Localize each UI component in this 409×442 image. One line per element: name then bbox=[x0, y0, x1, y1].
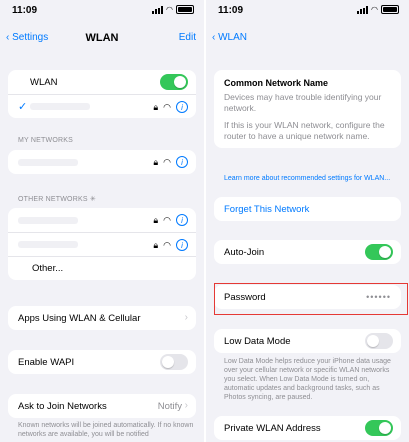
network-name-redacted bbox=[30, 103, 90, 110]
network-name-redacted bbox=[18, 216, 78, 224]
my-networks-header: MY NETWORKS bbox=[18, 137, 73, 144]
status-icons: ◠ bbox=[152, 5, 194, 14]
network-row[interactable]: 🔒︎ ◠ i bbox=[8, 208, 196, 232]
lock-icon: 🔒︎ bbox=[153, 101, 159, 112]
wapi-group: Enable WAPI bbox=[8, 350, 196, 374]
enable-wapi-row: Enable WAPI bbox=[8, 350, 196, 374]
wlan-settings-screen: 11:09 ◠ ‹ Settings WLAN Edit WLAN ✓ 🔒︎ ◠… bbox=[0, 0, 204, 442]
auto-join-group: Auto-Join bbox=[214, 240, 401, 264]
ask-to-join-value: Notify bbox=[157, 400, 182, 412]
chevron-right-icon: › bbox=[184, 400, 188, 411]
lock-icon: 🔒︎ bbox=[153, 156, 159, 167]
cellular-signal-icon bbox=[152, 5, 164, 14]
network-name-redacted bbox=[18, 241, 78, 248]
private-address-toggle[interactable] bbox=[365, 420, 393, 436]
connected-network-row[interactable]: ✓ 🔒︎ ◠ i bbox=[8, 94, 196, 118]
auto-join-row: Auto-Join bbox=[214, 240, 401, 264]
forget-network-row[interactable]: Forget This Network bbox=[214, 197, 401, 221]
wlan-group: WLAN ✓ 🔒︎ ◠ i bbox=[8, 70, 196, 118]
wifi-icon: ◠ bbox=[371, 5, 378, 14]
wifi-icon: ◠ bbox=[163, 214, 171, 225]
nav-bar: ‹ Settings WLAN Edit bbox=[0, 28, 204, 50]
low-data-group: Low Data Mode bbox=[214, 329, 401, 353]
status-time: 11:09 bbox=[12, 5, 38, 16]
common-name-warning-card: Common Network Name Devices may have tro… bbox=[214, 70, 401, 148]
info-icon[interactable]: i bbox=[176, 239, 188, 251]
info-icon[interactable]: i bbox=[176, 156, 188, 168]
spinner-icon: ✳ bbox=[89, 196, 96, 203]
info-icon[interactable]: i bbox=[176, 101, 188, 113]
ask-to-join-footer: Known networks will be joined automatica… bbox=[18, 422, 194, 438]
warning-title: Common Network Name bbox=[224, 78, 329, 88]
lock-icon: 🔒︎ bbox=[153, 239, 159, 250]
wifi-icon: ◠ bbox=[166, 5, 173, 14]
other-networks-header: OTHER NETWORKS ✳ bbox=[18, 195, 96, 203]
wlan-toggle-row: WLAN bbox=[8, 70, 196, 94]
forget-group: Forget This Network bbox=[214, 197, 401, 221]
other-label: Other... bbox=[32, 263, 64, 274]
back-label: WLAN bbox=[218, 32, 248, 43]
private-address-row: Private WLAN Address bbox=[214, 416, 401, 440]
other-networks-label: OTHER NETWORKS bbox=[18, 196, 88, 203]
apps-using-wlan-row[interactable]: Apps Using WLAN & Cellular › bbox=[8, 306, 196, 330]
network-row[interactable]: 🔒︎ ◠ i bbox=[8, 150, 196, 174]
password-highlight-box bbox=[214, 283, 408, 315]
auto-join-toggle[interactable] bbox=[365, 244, 393, 260]
my-networks-group: 🔒︎ ◠ i bbox=[8, 150, 196, 174]
page-title: WLAN bbox=[85, 32, 119, 44]
network-details-screen: 11:09 ◠ ‹ WLAN Common Network Name Devic… bbox=[206, 0, 409, 442]
nav-bar: ‹ WLAN bbox=[206, 28, 409, 50]
check-icon: ✓ bbox=[18, 101, 28, 113]
edit-button[interactable]: Edit bbox=[179, 32, 196, 43]
status-icons: ◠ bbox=[357, 5, 399, 14]
other-network-row[interactable]: Other... bbox=[8, 256, 196, 280]
low-data-mode-footer: Low Data Mode helps reduce your iPhone d… bbox=[224, 358, 391, 401]
battery-icon bbox=[381, 5, 399, 14]
warning-text-2: If this is your WLAN network, configure … bbox=[224, 120, 385, 141]
info-icon[interactable]: i bbox=[176, 214, 188, 226]
wifi-icon: ◠ bbox=[163, 239, 171, 250]
status-bar: 11:09 ◠ bbox=[0, 0, 204, 22]
wifi-icon: ◠ bbox=[163, 101, 171, 112]
ask-to-join-row[interactable]: Ask to Join Networks Notify › bbox=[8, 394, 196, 418]
status-bar: 11:09 ◠ bbox=[206, 0, 409, 22]
ask-to-join-label: Ask to Join Networks bbox=[18, 400, 107, 412]
private-address-group: Private WLAN Address bbox=[214, 416, 401, 440]
wifi-icon: ◠ bbox=[163, 156, 171, 167]
learn-more-link[interactable]: Learn more about recommended settings fo… bbox=[224, 174, 399, 183]
status-time: 11:09 bbox=[218, 5, 244, 16]
back-button[interactable]: ‹ WLAN bbox=[212, 32, 247, 43]
cellular-signal-icon bbox=[357, 5, 369, 14]
wlan-toggle[interactable] bbox=[160, 74, 188, 90]
forget-network-button[interactable]: Forget This Network bbox=[224, 204, 401, 215]
ask-join-group: Ask to Join Networks Notify › bbox=[8, 394, 196, 418]
battery-icon bbox=[176, 5, 194, 14]
lock-icon: 🔒︎ bbox=[153, 214, 159, 225]
other-networks-group: 🔒︎ ◠ i 🔒︎ ◠ i Other... bbox=[8, 208, 196, 280]
wapi-toggle[interactable] bbox=[160, 354, 188, 370]
apps-using-wlan-label: Apps Using WLAN & Cellular bbox=[18, 312, 141, 324]
low-data-mode-toggle[interactable] bbox=[365, 333, 393, 349]
network-row[interactable]: 🔒︎ ◠ i bbox=[8, 232, 196, 256]
network-name-redacted bbox=[18, 158, 78, 166]
low-data-mode-row: Low Data Mode bbox=[214, 329, 401, 353]
chevron-right-icon: › bbox=[184, 312, 188, 323]
apps-group: Apps Using WLAN & Cellular › bbox=[8, 306, 196, 330]
warning-text-1: Devices may have trouble identifying you… bbox=[224, 92, 382, 113]
